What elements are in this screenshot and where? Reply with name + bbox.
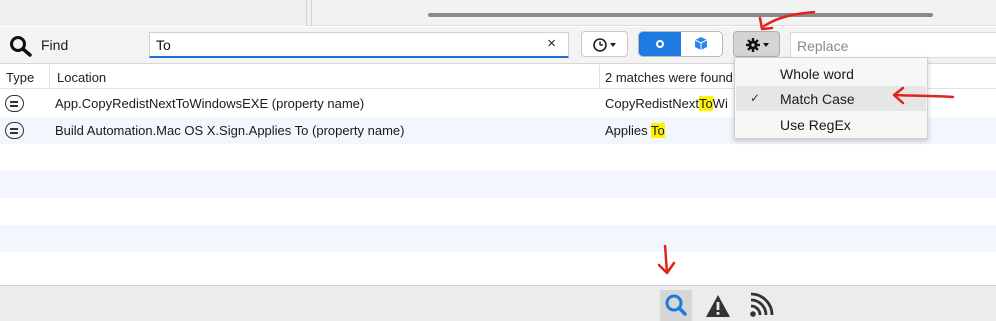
solution-scope-icon (656, 40, 664, 48)
match-prefix: CopyRedistNext (605, 96, 699, 111)
horizontal-scrollbar[interactable] (428, 13, 933, 17)
match-suffix: Wi (712, 96, 728, 111)
search-input[interactable] (156, 36, 536, 54)
search-options-menu: Whole word ✓ Match Case Use RegEx (734, 57, 928, 139)
magnifier-icon (10, 36, 32, 57)
search-options-button[interactable] (733, 31, 780, 57)
empty-row (0, 144, 996, 171)
warning-icon (706, 295, 730, 317)
empty-row (0, 171, 996, 198)
match-highlight: To (698, 96, 713, 111)
search-results-tab[interactable] (660, 290, 692, 321)
menu-item-label: Use RegEx (780, 117, 851, 133)
empty-row (0, 225, 996, 252)
column-separator[interactable] (49, 65, 50, 89)
replace-box[interactable] (790, 32, 996, 58)
replace-input[interactable] (797, 37, 987, 55)
empty-row (0, 252, 996, 285)
bottom-pad-bar (0, 285, 996, 321)
row-match-text: Applies To (605, 123, 733, 138)
property-icon (5, 122, 24, 139)
property-icon (5, 95, 24, 112)
row-location: Build Automation.Mac OS X.Sign.Applies T… (55, 123, 405, 138)
gear-icon (746, 38, 769, 52)
column-header-matches[interactable]: 2 matches were found (605, 70, 733, 85)
column-header-location[interactable]: Location (57, 70, 106, 85)
empty-row (0, 198, 996, 225)
menu-item-label: Match Case (780, 91, 855, 107)
menu-item-match-case[interactable]: ✓ Match Case (736, 86, 926, 111)
project-scope-button[interactable] (681, 32, 722, 56)
checkmark-icon: ✓ (750, 91, 761, 105)
column-separator[interactable] (599, 65, 600, 89)
menu-item-use-regex[interactable]: Use RegEx (736, 112, 926, 137)
top-strip (0, 0, 996, 26)
match-prefix: Applies (605, 123, 652, 138)
project-scope-icon (694, 37, 708, 50)
clear-search-button[interactable]: × (547, 35, 556, 52)
search-icon (665, 294, 687, 316)
feed-icon (750, 292, 774, 317)
column-header-type[interactable]: Type (6, 70, 34, 85)
match-highlight: To (651, 123, 665, 138)
solution-scope-button[interactable] (639, 32, 681, 56)
search-box[interactable]: × (149, 32, 569, 58)
scope-toggle (638, 31, 723, 57)
feed-tab[interactable] (744, 290, 776, 321)
pane-divider[interactable] (311, 0, 312, 26)
menu-item-whole-word[interactable]: Whole word (736, 61, 926, 86)
errors-tab[interactable] (702, 290, 734, 321)
row-location: App.CopyRedistNextToWindowsEXE (property… (55, 96, 365, 111)
menu-item-label: Whole word (780, 66, 854, 82)
search-history-button[interactable] (581, 31, 628, 57)
left-pane-edge (0, 0, 307, 26)
clock-icon (593, 38, 616, 52)
find-label: Find (41, 37, 69, 53)
row-match-text: CopyRedistNextToWi (605, 96, 733, 111)
